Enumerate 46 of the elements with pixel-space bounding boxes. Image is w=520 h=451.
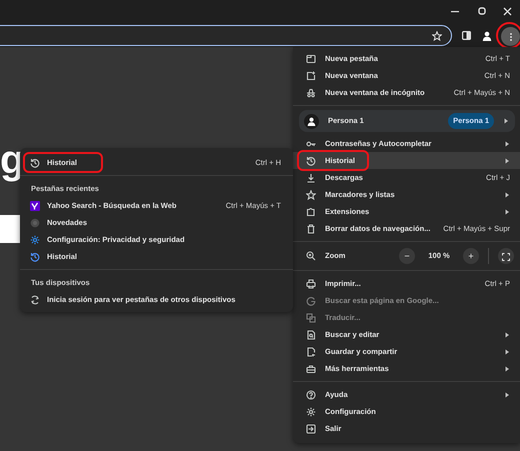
printer-icon xyxy=(306,278,316,288)
gear-icon xyxy=(30,234,40,244)
exit-icon xyxy=(306,424,316,434)
side-panel-icon[interactable] xyxy=(462,31,471,40)
document-share-icon xyxy=(306,346,316,356)
key-icon xyxy=(306,138,316,148)
history-icon xyxy=(30,158,40,168)
history-icon xyxy=(30,252,40,262)
translate-icon xyxy=(306,312,316,322)
submenu-arrow-icon xyxy=(504,208,510,214)
toolbox-icon xyxy=(306,364,316,374)
zoom-in-button[interactable]: + xyxy=(463,248,479,264)
incognito-icon xyxy=(306,88,316,98)
help-icon xyxy=(306,390,316,400)
submenu-arrow-icon xyxy=(503,118,509,124)
submenu-arrow-icon xyxy=(504,366,510,372)
download-icon xyxy=(306,172,316,182)
tab-icon xyxy=(306,54,316,64)
new-window-icon xyxy=(306,70,316,80)
address-bar[interactable] xyxy=(0,25,452,46)
restore-icon[interactable] xyxy=(478,7,486,15)
y-logo-icon xyxy=(30,200,40,210)
zoom-out-button[interactable]: − xyxy=(399,248,415,264)
submenu-arrow-icon xyxy=(504,192,510,198)
gear-icon xyxy=(306,406,316,416)
submenu-arrow-icon xyxy=(504,332,510,338)
submenu-arrow-icon xyxy=(504,140,510,146)
circle-arc-icon xyxy=(306,296,316,306)
trash-icon xyxy=(306,224,316,234)
avatar-icon xyxy=(304,114,319,128)
star-icon[interactable] xyxy=(432,31,442,41)
circle-icon xyxy=(30,218,40,228)
profile-icon[interactable] xyxy=(482,31,492,41)
star-icon xyxy=(306,190,316,200)
submenu-arrow-icon xyxy=(504,348,510,354)
submenu-arrow-icon xyxy=(504,158,510,164)
minimize-icon[interactable] xyxy=(451,11,459,13)
fullscreen-button[interactable] xyxy=(498,248,514,264)
fullscreen-icon xyxy=(502,252,510,261)
history-icon xyxy=(306,156,316,166)
close-icon[interactable] xyxy=(503,7,512,16)
submenu-arrow-icon xyxy=(504,392,510,398)
search-field[interactable] xyxy=(0,215,20,243)
zoom-icon xyxy=(306,251,316,261)
menu-button[interactable] xyxy=(501,27,520,46)
document-search-icon xyxy=(306,330,316,340)
